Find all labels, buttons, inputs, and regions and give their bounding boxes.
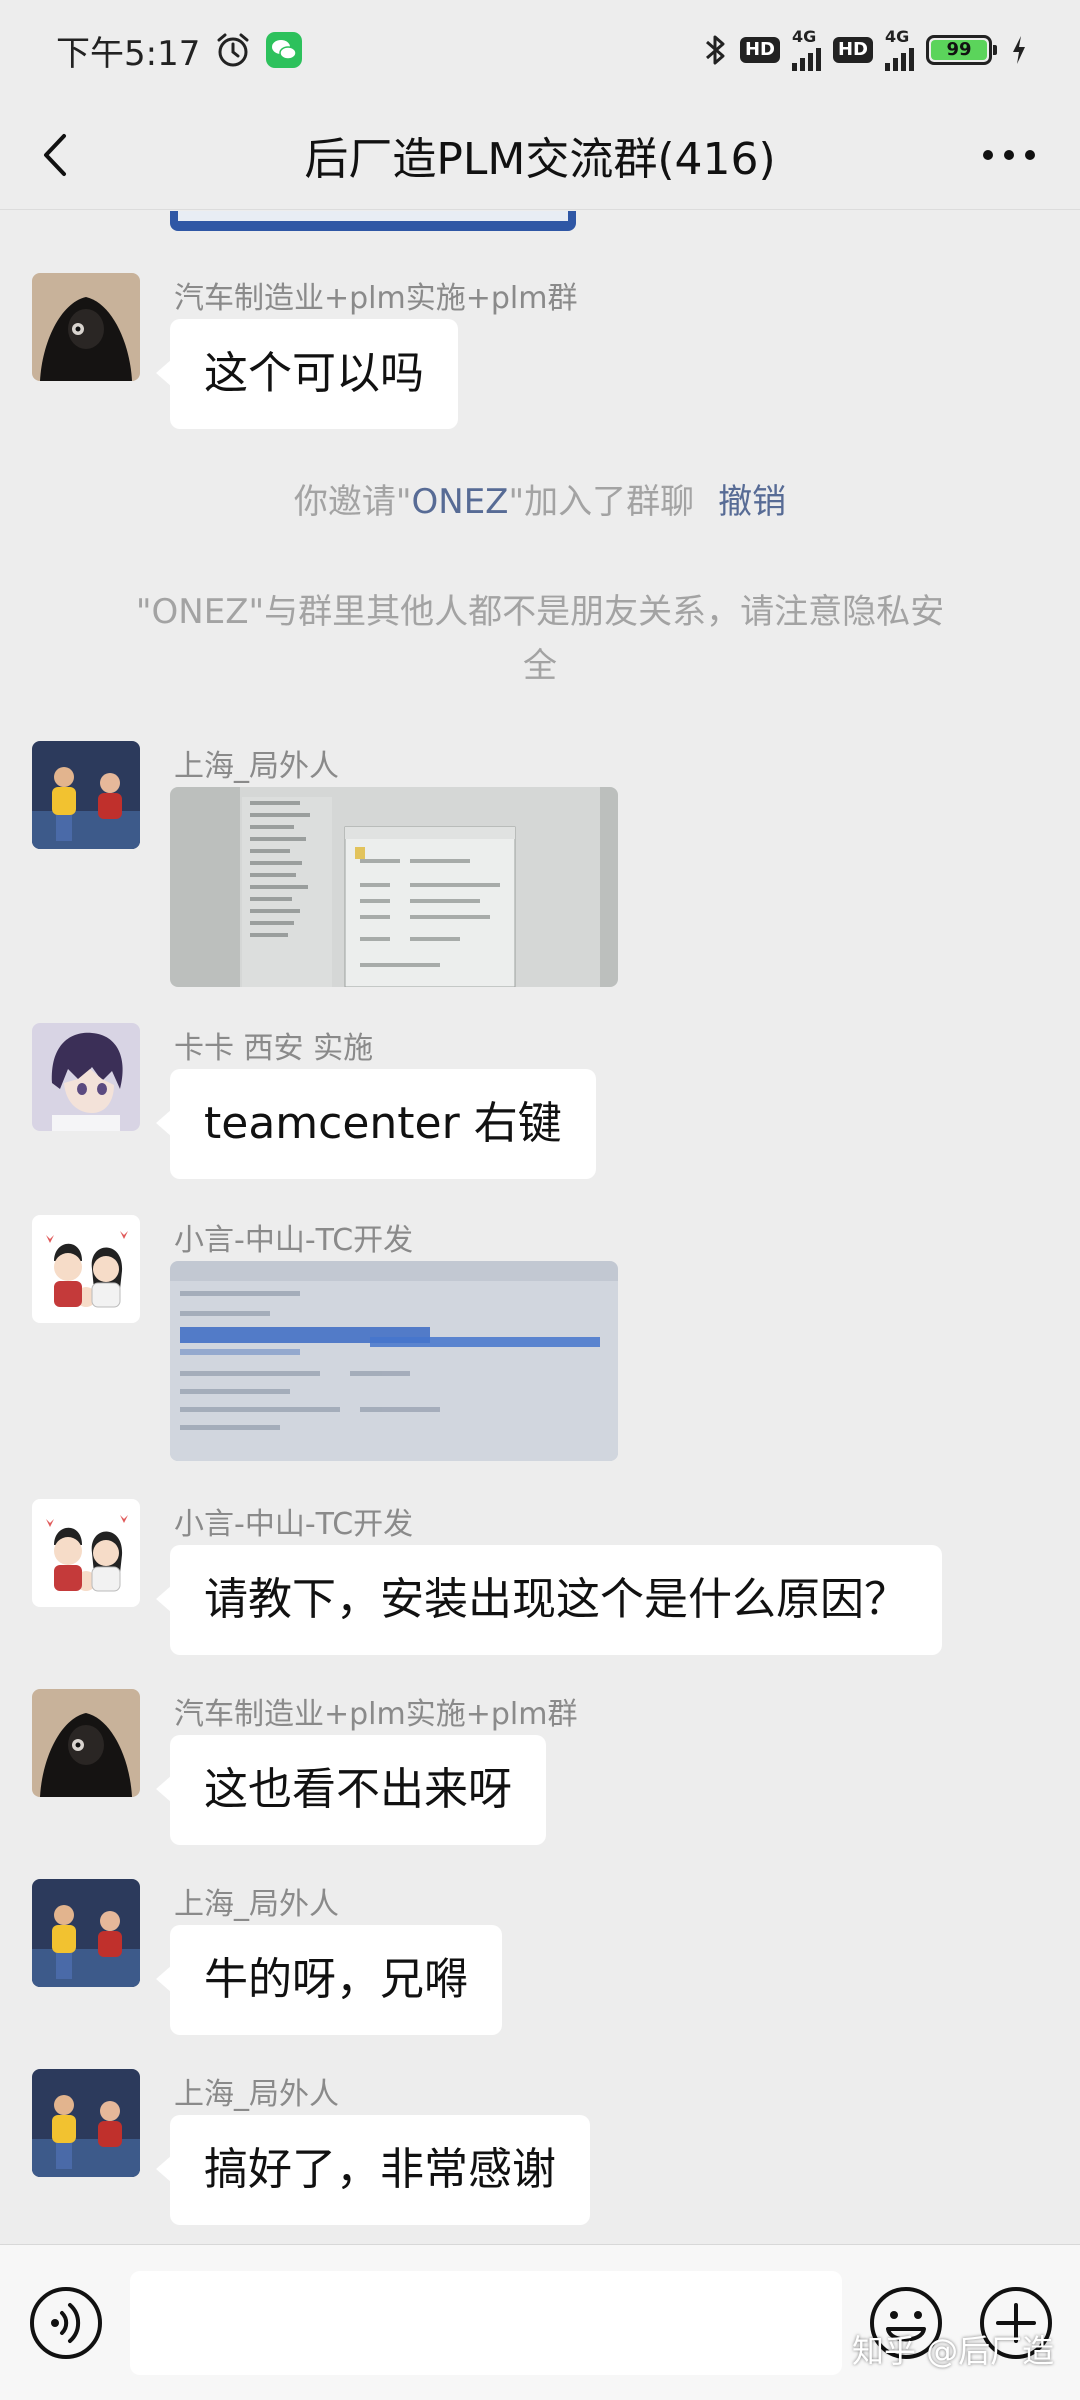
privacy-line-2: 全 — [523, 646, 557, 686]
invite-prefix: 你邀请" — [293, 482, 412, 522]
nav-bar: 后厂造PLM交流群(416) — [0, 100, 1080, 210]
alarm-icon — [217, 33, 249, 67]
hd-badge-2: HD — [832, 37, 873, 63]
battery-icon: 99 — [926, 35, 997, 65]
message-bubble[interactable]: 搞好了，非常感谢 — [156, 2115, 590, 2225]
status-bar: 下午5:17 HD 4G HD 4G 99 — [0, 0, 1080, 100]
sender-name: 上海_局外人 — [174, 1887, 339, 1922]
hd-badge: HD — [739, 37, 780, 63]
watermark: 知乎 @后厂造 — [852, 2332, 1055, 2370]
sender-name: 汽车制造业+plm实施+plm群 — [174, 281, 578, 316]
chevron-left-icon[interactable] — [30, 128, 84, 182]
status-time: 下午5:17 — [56, 33, 201, 74]
anime-boy-avatar[interactable] — [32, 1023, 140, 1131]
message-bubble[interactable]: teamcenter 右键 — [156, 1069, 596, 1179]
more-dots-icon[interactable] — [974, 128, 1044, 182]
cartoon-couple-avatar[interactable] — [32, 1499, 140, 1607]
bluetooth-icon — [705, 35, 725, 65]
sender-name: 上海_局外人 — [174, 2077, 339, 2112]
signal-icon: 4G — [791, 27, 821, 71]
hooded-figure-avatar[interactable] — [32, 1689, 140, 1797]
message-bubble[interactable]: 牛的呀，兄嘚 — [156, 1925, 502, 2035]
network-type-2: 4G — [885, 27, 910, 46]
sender-name: 汽车制造业+plm实施+plm群 — [174, 1697, 578, 1732]
wechat-icon — [266, 32, 303, 68]
chat-area[interactable]: 汽车制造业+plm实施+plm群 这个可以吗 你邀请"ONEZ"加入了群聊 撤销 … — [0, 211, 1080, 2244]
blurry-screen-photo[interactable] — [170, 1261, 618, 1461]
status-left: 下午5:17 — [56, 26, 303, 75]
file-properties-dialog-photo[interactable] — [170, 787, 618, 987]
previous-image[interactable] — [170, 211, 576, 231]
message-input[interactable] — [130, 2271, 842, 2375]
system-notice-privacy: "ONEZ"与群里其他人都不是朋友关系，请注意隐私安 全 — [0, 585, 1080, 693]
system-notice-invite: 你邀请"ONEZ"加入了群聊 撤销 — [0, 475, 1080, 529]
two-kids-avatar[interactable] — [32, 741, 140, 849]
invite-suffix: "加入了群聊 — [508, 482, 695, 522]
message-bubble[interactable]: 这个可以吗 — [156, 319, 458, 429]
battery-level: 99 — [931, 40, 987, 60]
input-bar — [0, 2244, 1080, 2400]
status-right: HD 4G HD 4G 99 — [704, 29, 1028, 71]
sender-name: 小言-中山-TC开发 — [174, 1223, 414, 1258]
signal-icon-2: 4G — [885, 29, 914, 71]
message-bubble[interactable]: 请教下，安装出现这个是什么原因？ — [156, 1545, 942, 1655]
message-bubble[interactable]: 这也看不出来呀 — [156, 1735, 546, 1845]
hooded-figure-avatar[interactable] — [32, 273, 140, 381]
invite-name[interactable]: ONEZ — [412, 482, 509, 522]
voice-icon[interactable] — [28, 2285, 104, 2361]
two-kids-avatar[interactable] — [32, 1879, 140, 1987]
charging-icon — [1013, 36, 1025, 64]
chat-title: 后厂造PLM交流群(416) — [304, 133, 776, 185]
sender-name: 上海_局外人 — [174, 749, 339, 784]
network-type: 4G — [791, 27, 817, 46]
sender-name: 小言-中山-TC开发 — [174, 1507, 414, 1542]
cartoon-couple-avatar[interactable] — [32, 1215, 140, 1323]
sender-name: 卡卡 西安 实施 — [174, 1031, 374, 1066]
privacy-line-1: "ONEZ"与群里其他人都不是朋友关系，请注意隐私安 — [135, 592, 945, 632]
revoke-link[interactable]: 撤销 — [718, 482, 786, 522]
two-kids-avatar[interactable] — [32, 2069, 140, 2177]
